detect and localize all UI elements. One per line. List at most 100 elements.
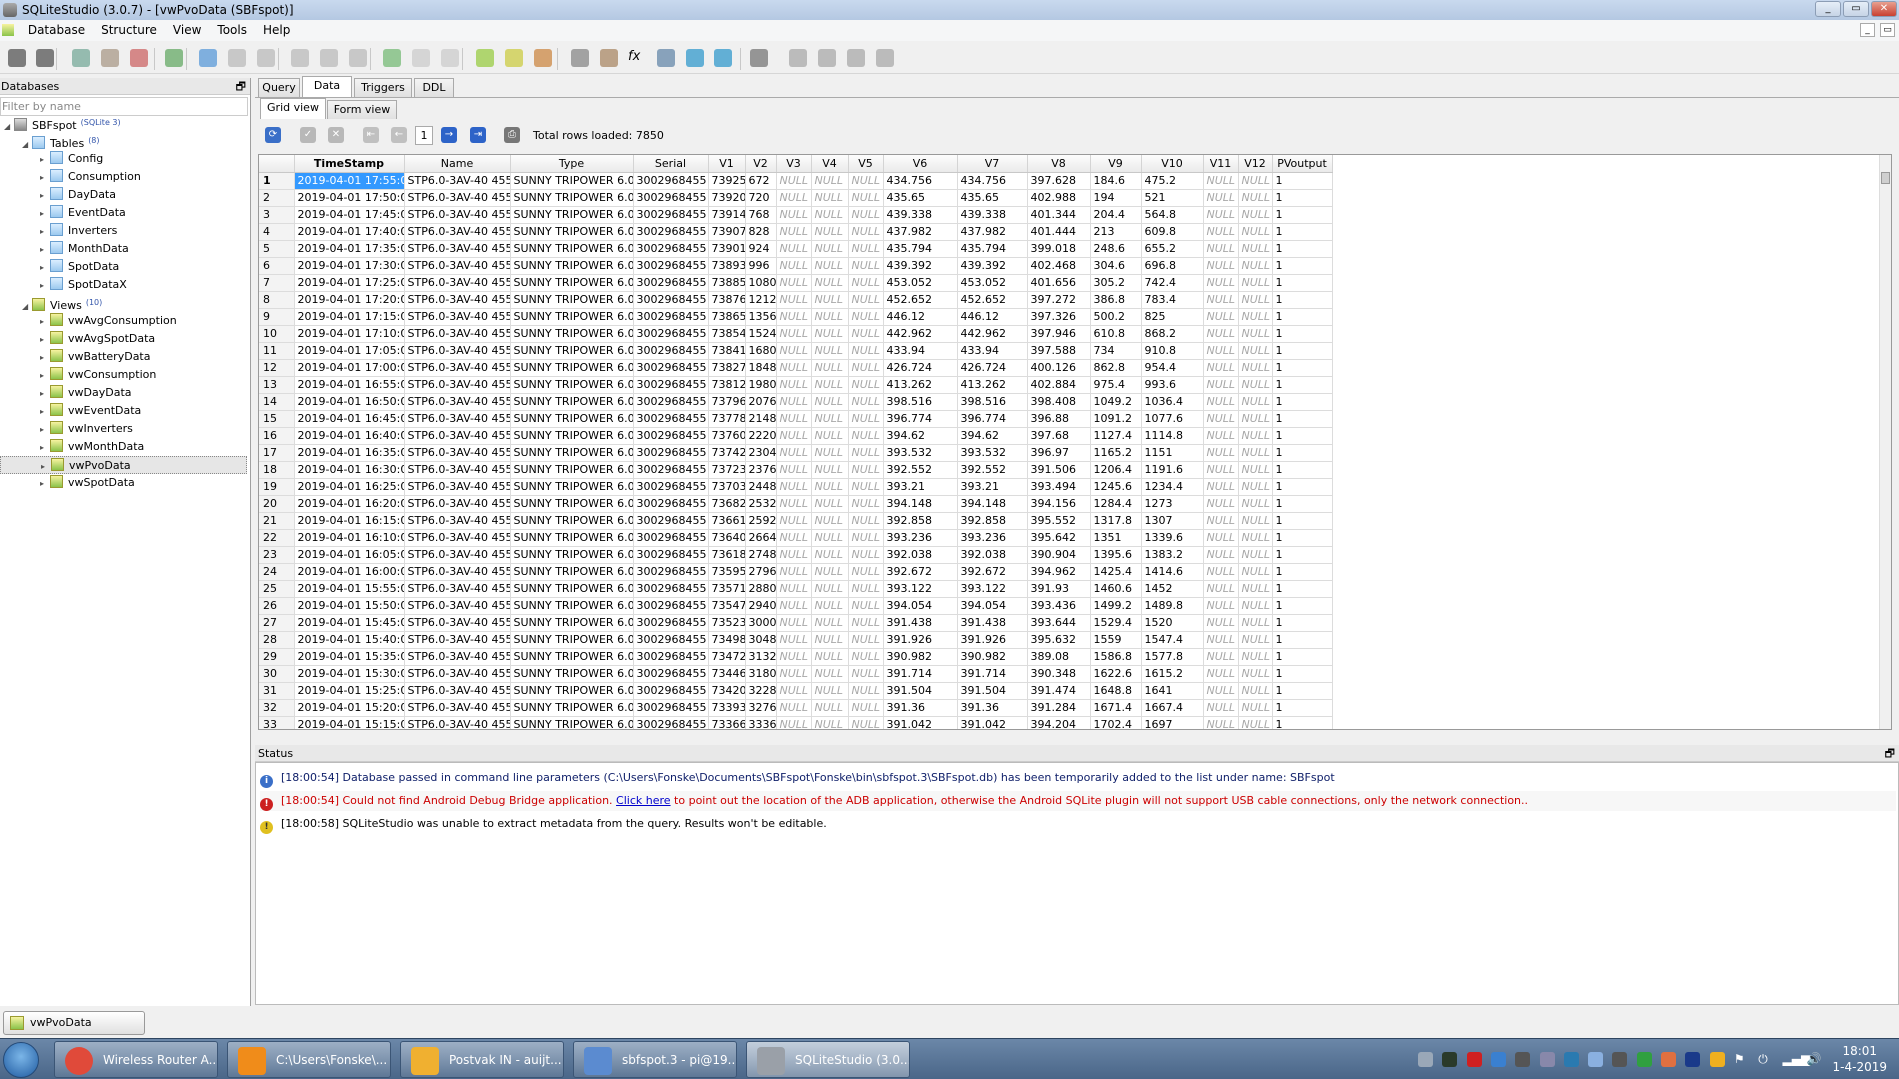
cell-v11[interactable]: NULL [1203,478,1239,496]
cell-v8[interactable]: 393.644 [1027,614,1091,632]
table-row[interactable]: 27 2019-04-01 15:45:00 STP6.0-3AV-40 455 SU… [259,614,1333,632]
cell-v2[interactable]: 1848 [745,359,777,377]
cell-pvoutput[interactable]: 1 [1272,291,1333,309]
shield-icon[interactable] [1661,1052,1676,1067]
cell-serial[interactable]: 3002968455 [633,393,709,411]
cell-v3[interactable]: NULL [776,359,812,377]
cell-v10[interactable]: 1383.2 [1141,546,1204,564]
cell-name[interactable]: STP6.0-3AV-40 455 [404,631,511,649]
tree-table-config[interactable]: ▸ Config [0,150,103,168]
remove-database-icon[interactable] [130,49,148,67]
table-row[interactable]: 30 2019-04-01 15:30:00 STP6.0-3AV-40 455 SU… [259,665,1333,683]
cell-v12[interactable]: NULL [1238,682,1273,700]
cell-v12[interactable]: NULL [1238,461,1273,479]
column-header-v9[interactable]: V9 [1090,155,1142,173]
cell-pvoutput[interactable]: 1 [1272,342,1333,360]
cell-v12[interactable]: NULL [1238,648,1273,666]
cell-v4[interactable]: NULL [811,648,849,666]
edit-trigger-icon[interactable] [412,49,430,67]
delete-index-icon[interactable] [349,49,367,67]
cell-timestamp[interactable]: 2019-04-01 17:20:00 [294,291,405,309]
edit-table-icon[interactable] [228,49,246,67]
cell-v10[interactable]: 993.6 [1141,376,1204,394]
webcam-icon[interactable] [1612,1052,1628,1067]
cell-v4[interactable]: NULL [811,563,849,581]
row-number[interactable]: 5 [259,240,295,258]
cell-v1[interactable]: 734468 [708,665,746,683]
cell-v8[interactable]: 399.018 [1027,240,1091,258]
cell-v1[interactable]: 735478 [708,597,746,615]
cell-v6[interactable]: 391.714 [883,665,958,683]
create-trigger-icon[interactable] [383,49,401,67]
cell-type[interactable]: SUNNY TRIPOWER 6.0 [510,512,634,530]
cell-name[interactable]: STP6.0-3AV-40 455 [404,546,511,564]
tab-data[interactable]: Data [302,76,352,97]
cell-v7[interactable]: 393.21 [957,478,1028,496]
cell-v6[interactable]: 391.438 [883,614,958,632]
cell-v6[interactable]: 392.552 [883,461,958,479]
cell-pvoutput[interactable]: 1 [1272,240,1333,258]
cell-v8[interactable]: 391.93 [1027,580,1091,598]
cell-v12[interactable]: NULL [1238,223,1273,241]
cell-v3[interactable]: NULL [776,427,812,445]
cell-v5[interactable]: NULL [848,359,884,377]
cell-name[interactable]: STP6.0-3AV-40 455 [404,580,511,598]
cell-v10[interactable]: 742.4 [1141,274,1204,292]
cell-type[interactable]: SUNNY TRIPOWER 6.0 [510,529,634,547]
cell-v12[interactable]: NULL [1238,359,1273,377]
cell-v7[interactable]: 391.504 [957,682,1028,700]
tab-query[interactable]: Query [258,78,300,97]
cell-v12[interactable]: NULL [1238,444,1273,462]
cell-timestamp[interactable]: 2019-04-01 15:40:00 [294,631,405,649]
row-number[interactable]: 27 [259,614,295,632]
cell-v2[interactable]: 3276 [745,699,777,717]
cell-type[interactable]: SUNNY TRIPOWER 6.0 [510,376,634,394]
cell-v5[interactable]: NULL [848,648,884,666]
cell-v7[interactable]: 390.982 [957,648,1028,666]
row-number[interactable]: 12 [259,359,295,377]
scrollbar-thumb[interactable] [1881,172,1890,184]
cell-pvoutput[interactable]: 1 [1272,376,1333,394]
expand-arrow-icon[interactable]: ▸ [40,349,50,367]
cell-v3[interactable]: NULL [776,376,812,394]
cell-v2[interactable]: 3180 [745,665,777,683]
cell-v11[interactable]: NULL [1203,546,1239,564]
cell-v3[interactable]: NULL [776,631,812,649]
cell-v5[interactable]: NULL [848,512,884,530]
cell-v12[interactable]: NULL [1238,716,1273,729]
cell-name[interactable]: STP6.0-3AV-40 455 [404,393,511,411]
cell-v1[interactable]: 734729 [708,648,746,666]
window-task-button[interactable]: vwPvoData (SBFspot) [3,1011,145,1051]
cell-pvoutput[interactable]: 1 [1272,614,1333,632]
cell-v4[interactable]: NULL [811,478,849,496]
cell-type[interactable]: SUNNY TRIPOWER 6.0 [510,716,634,729]
table-row[interactable]: 2 2019-04-01 17:50:00 STP6.0-3AV-40 455 SUN… [259,189,1333,207]
click-here-link[interactable]: Click here [616,794,671,807]
table-row[interactable]: 4 2019-04-01 17:40:00 STP6.0-3AV-40 455 SUN… [259,223,1333,241]
cell-v4[interactable]: NULL [811,631,849,649]
tree-tables-folder[interactable]: ◢ Tables (8) [0,132,100,150]
cell-type[interactable]: SUNNY TRIPOWER 6.0 [510,461,634,479]
cell-v10[interactable]: 1452 [1141,580,1204,598]
cell-v9[interactable]: 1671.4 [1090,699,1142,717]
cell-v2[interactable]: 2376 [745,461,777,479]
cell-v6[interactable]: 439.338 [883,206,958,224]
cell-v9[interactable]: 1395.6 [1090,546,1142,564]
cell-v3[interactable]: NULL [776,444,812,462]
cell-v11[interactable]: NULL [1203,563,1239,581]
cell-v3[interactable]: NULL [776,716,812,729]
cell-v12[interactable]: NULL [1238,206,1273,224]
cell-name[interactable]: STP6.0-3AV-40 455 [404,597,511,615]
cell-v7[interactable]: 392.038 [957,546,1028,564]
cell-v11[interactable]: NULL [1203,427,1239,445]
previous-page-icon[interactable]: ← [391,127,407,143]
cell-v7[interactable]: 433.94 [957,342,1028,360]
column-header-v12[interactable]: V12 [1238,155,1273,173]
cell-type[interactable]: SUNNY TRIPOWER 6.0 [510,240,634,258]
cell-v9[interactable]: 1165.2 [1090,444,1142,462]
cell-serial[interactable]: 3002968455 [633,495,709,513]
tree-view-vwmonthdata[interactable]: ▸ vwMonthData [0,438,144,456]
cell-v1[interactable]: 739079 [708,223,746,241]
table-row[interactable]: 20 2019-04-01 16:20:00 STP6.0-3AV-40 455 SU… [259,495,1333,513]
cell-v1[interactable]: 736180 [708,546,746,564]
